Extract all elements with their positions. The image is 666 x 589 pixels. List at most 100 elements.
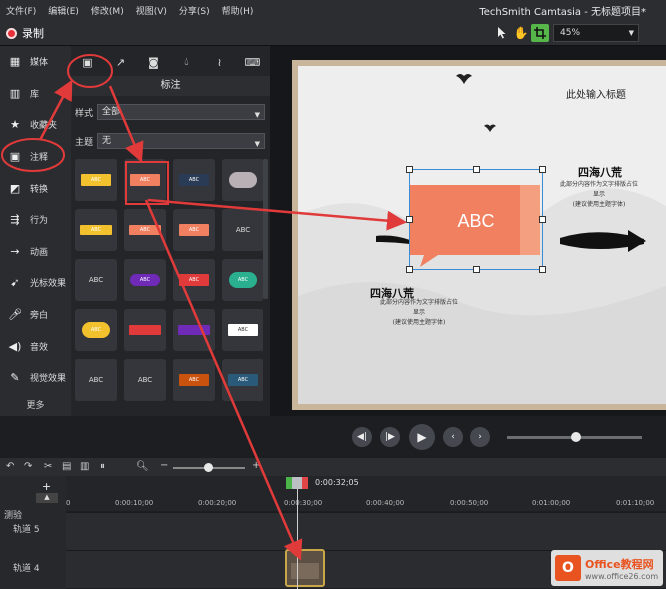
- menu-help[interactable]: 帮助(H): [216, 4, 260, 17]
- previous-icon[interactable]: ‹: [443, 427, 463, 447]
- scrub-knob[interactable]: [571, 432, 581, 442]
- body-line: (建议使用主题字体): [392, 319, 446, 326]
- zoom-select[interactable]: 45% ▼: [553, 24, 639, 42]
- resize-handle[interactable]: [473, 166, 480, 173]
- redo-icon[interactable]: ↷: [24, 461, 32, 472]
- callout-tile[interactable]: ABC: [173, 159, 215, 201]
- tab-keystroke[interactable]: ⌨: [236, 50, 269, 74]
- menu-share[interactable]: 分享(S): [173, 4, 216, 17]
- nav-item-visual-effects[interactable]: ✎ 视觉效果: [0, 362, 71, 392]
- nav-label: 动画: [30, 247, 49, 258]
- resize-handle[interactable]: [406, 216, 413, 223]
- callout-preview: ABC: [228, 374, 258, 386]
- theme-row: 主题 无 ▼: [75, 132, 265, 150]
- nav-item-cursor-effects[interactable]: ➹ 光标效果: [0, 267, 71, 297]
- next-icon[interactable]: ›: [470, 427, 490, 447]
- more-button[interactable]: 更多: [0, 398, 71, 411]
- paste-icon[interactable]: ▥: [80, 461, 89, 472]
- resize-handle[interactable]: [473, 266, 480, 273]
- pointer-tool-icon[interactable]: [493, 24, 511, 42]
- nav-item-library[interactable]: ▥ 库: [0, 78, 71, 108]
- nav-item-animations[interactable]: → 动画: [0, 236, 71, 266]
- tab-callouts[interactable]: ▣: [71, 50, 104, 74]
- tab-blur[interactable]: 💧︎: [170, 50, 203, 74]
- callout-tile[interactable]: ABC: [75, 259, 117, 301]
- nav-item-audio-effects[interactable]: ◀) 音效: [0, 331, 71, 361]
- tab-shapes[interactable]: ◙: [137, 50, 170, 74]
- theme-label: 主题: [75, 137, 94, 148]
- nav-item-behaviors[interactable]: ⇶ 行为: [0, 204, 71, 234]
- callout-tile[interactable]: ABC: [222, 209, 263, 251]
- watermark: O Office教程网 www.office26.com: [551, 550, 663, 586]
- callout-tile[interactable]: ABC: [75, 209, 117, 251]
- nav-item-annotations[interactable]: ▣ 注释: [0, 141, 71, 171]
- resize-handle[interactable]: [539, 166, 546, 173]
- callout-tile[interactable]: ABC: [222, 259, 263, 301]
- callout-preview: ABC: [82, 322, 110, 338]
- callout-tile[interactable]: ABC: [75, 159, 117, 201]
- callout-tile[interactable]: ABC: [124, 359, 166, 401]
- menu-edit[interactable]: 编辑(E): [42, 4, 85, 17]
- callout-tile[interactable]: [222, 159, 263, 201]
- callout-tile[interactable]: ABC: [173, 359, 215, 401]
- tick-label: 0:00:50;00: [450, 499, 489, 507]
- annotations-panel: ▣ ↗ ◙ 💧︎ ≀ ⌨ 标注 样式 全部 ▼ 主题 无 ▼ ABC ABC ABC…: [71, 46, 270, 416]
- callout-tile[interactable]: ABC: [124, 159, 166, 201]
- callout-tile[interactable]: ABC: [173, 209, 215, 251]
- callout-tile[interactable]: ABC: [173, 259, 215, 301]
- split-icon[interactable]: ⏸: [100, 461, 105, 472]
- cut-icon[interactable]: ✂: [44, 461, 52, 472]
- style-value: 全部: [102, 107, 121, 117]
- record-icon: [6, 27, 17, 39]
- nav-item-transitions[interactable]: ◩ 转换: [0, 173, 71, 203]
- nav-item-voice-narration[interactable]: 🎤︎ 旁白: [0, 299, 71, 329]
- timeline-zoom-knob[interactable]: [204, 463, 213, 472]
- callout-tile[interactable]: [124, 309, 166, 351]
- callout-tile[interactable]: [173, 309, 215, 351]
- copy-icon[interactable]: ▤: [62, 461, 71, 472]
- slide-body-right: 此部分内容作为文字排版占位 显示 (建议使用主题字体): [544, 180, 654, 210]
- callout-tile[interactable]: ABC: [222, 359, 263, 401]
- step-back-icon[interactable]: ◀|: [352, 427, 372, 447]
- panel-scrollbar[interactable]: [263, 159, 268, 299]
- zoom-in-icon[interactable]: +: [252, 460, 260, 471]
- playhead-time: 0:00:32;05: [315, 478, 359, 487]
- menu-view[interactable]: 视图(V): [130, 4, 173, 17]
- record-button[interactable]: 录制: [6, 24, 44, 42]
- style-select[interactable]: 全部 ▼: [97, 104, 265, 120]
- menu-modify[interactable]: 修改(M): [85, 4, 130, 17]
- playhead[interactable]: [286, 477, 308, 489]
- animation-icon: →: [10, 244, 20, 258]
- undo-icon[interactable]: ↶: [6, 461, 14, 472]
- chevron-down-icon: ▼: [254, 111, 260, 119]
- zoom-out-icon[interactable]: −: [160, 460, 168, 471]
- nav-label: 注释: [30, 152, 49, 163]
- playhead-in[interactable]: [286, 477, 292, 489]
- callout-tile[interactable]: ABC: [222, 309, 263, 351]
- resize-handle[interactable]: [406, 266, 413, 273]
- nav-label: 转换: [30, 184, 49, 195]
- callout-tile[interactable]: ABC: [75, 309, 117, 351]
- nav-item-media[interactable]: ▦ 媒体: [0, 46, 71, 76]
- playhead-line: [297, 489, 298, 589]
- film-icon: ▦: [9, 54, 21, 68]
- hand-tool-icon[interactable]: ✋: [512, 24, 530, 42]
- tab-arrows[interactable]: ↗: [104, 50, 137, 74]
- crop-tool-icon[interactable]: [531, 24, 549, 42]
- track-row-5[interactable]: [66, 512, 666, 550]
- playhead-out[interactable]: [302, 477, 308, 489]
- step-forward-icon[interactable]: |▶: [380, 427, 400, 447]
- callout-tile[interactable]: ABC: [75, 359, 117, 401]
- nav-item-favorites[interactable]: ★ 收藏夹: [0, 109, 71, 139]
- callout-tile[interactable]: ABC: [124, 259, 166, 301]
- menu-file[interactable]: 文件(F): [0, 4, 42, 17]
- resize-handle[interactable]: [539, 266, 546, 273]
- camtasia-window: 文件(F) 编辑(E) 修改(M) 视图(V) 分享(S) 帮助(H) Tech…: [0, 0, 666, 589]
- tab-sketch[interactable]: ≀: [203, 50, 236, 74]
- play-icon[interactable]: ▶: [409, 424, 435, 450]
- callout-tile[interactable]: ABC: [124, 209, 166, 251]
- resize-handle[interactable]: [406, 166, 413, 173]
- resize-handle[interactable]: [539, 216, 546, 223]
- callout-preview: [178, 325, 210, 335]
- theme-select[interactable]: 无 ▼: [97, 133, 265, 149]
